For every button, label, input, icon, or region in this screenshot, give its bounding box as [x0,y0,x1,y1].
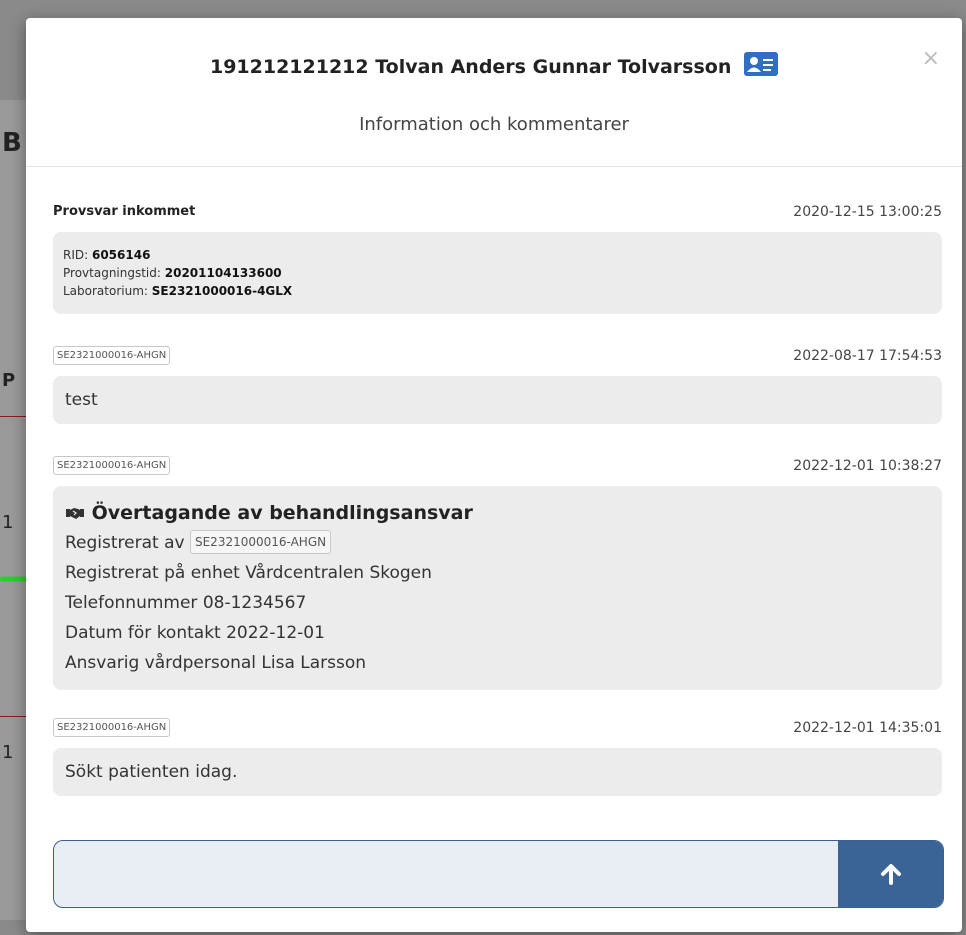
comment-composer [53,840,944,908]
comment-timestamp: 2022-08-17 17:54:53 [793,348,942,364]
registered-by-chip: SE2321000016-AHGN [189,530,332,554]
modal-title: 191212121212 Tolvan Anders Gunnar Tolvar… [26,52,962,78]
background-divider [0,416,26,417]
comment-input[interactable] [54,841,862,905]
comment-header: Provsvar inkommet 2020-12-15 13:00:25 [53,202,942,224]
handover-line: Registrerat på enhet Vårdcentralen Skoge… [65,563,432,583]
background-column-fragment: P [2,370,16,391]
background-table [0,100,26,920]
comment-sender-chip: SE2321000016-AHGN [53,346,171,365]
background-divider [0,716,26,717]
registered-by-line: Registrerat av SE2321000016-AHGN [65,528,930,558]
comment-sender-chip: SE2321000016-AHGN [53,718,171,737]
id-card-icon [744,52,778,76]
comment-item: Provsvar inkommet 2020-12-15 13:00:25 RI… [53,202,942,314]
comment-bubble: RID: 6056146 Provtagningstid: 2020110413… [53,232,942,314]
comment-timestamp: 2022-12-01 14:35:01 [793,720,942,736]
patient-name-title: 191212121212 Tolvan Anders Gunnar Tolvar… [209,56,732,78]
background-row-fragment: 1 [2,742,14,763]
comment-header: SE2321000016-AHGN 2022-08-17 17:54:53 [53,346,942,368]
result-line: RID: 6056146 [63,248,151,262]
arrow-up-icon [880,864,901,885]
handshake-icon [65,502,92,524]
comment-header: SE2321000016-AHGN 2022-12-01 10:38:27 [53,456,942,478]
background-row-fragment: 1 [2,512,14,533]
patient-info-modal: 191212121212 Tolvan Anders Gunnar Tolvar… [26,18,962,932]
comment-bubble: Sökt patienten idag. [53,748,942,796]
background-heading-fragment: B [2,128,22,158]
result-line: Laboratorium: SE2321000016-4GLX [63,284,293,298]
comment-timestamp: 2022-12-01 10:38:27 [793,458,942,474]
comment-bubble: Övertagande av behandlingsansvar Registr… [53,486,942,690]
comment-bubble: test [53,376,942,424]
handover-line: Datum för kontakt 2022-12-01 [65,623,325,643]
comment-item: SE2321000016-AHGN 2022-08-17 17:54:53 te… [53,346,942,424]
close-icon[interactable]: × [922,46,940,71]
comment-timestamp: 2020-12-15 13:00:25 [793,204,942,220]
handover-line: Telefonnummer 08-1234567 [65,593,307,613]
modal-subtitle: Information och kommentarer [359,114,629,135]
modal-header: 191212121212 Tolvan Anders Gunnar Tolvar… [26,18,962,167]
handover-title-text: Övertagande av behandlingsansvar [91,502,473,524]
handover-title: Övertagande av behandlingsansvar [65,498,930,528]
send-button[interactable] [838,841,943,907]
handover-line: Ansvarig vårdpersonal Lisa Larsson [65,653,367,673]
result-line: Provtagningstid: 20201104133600 [63,266,282,280]
comment-item: SE2321000016-AHGN 2022-12-01 14:35:01 Sö… [53,718,942,796]
comment-header: SE2321000016-AHGN 2022-12-01 14:35:01 [53,718,942,740]
comment-sender-chip: SE2321000016-AHGN [53,456,171,475]
comment-item: SE2321000016-AHGN 2022-12-01 10:38:27 Öv… [53,456,942,690]
comment-sender: Provsvar inkommet [53,204,196,219]
